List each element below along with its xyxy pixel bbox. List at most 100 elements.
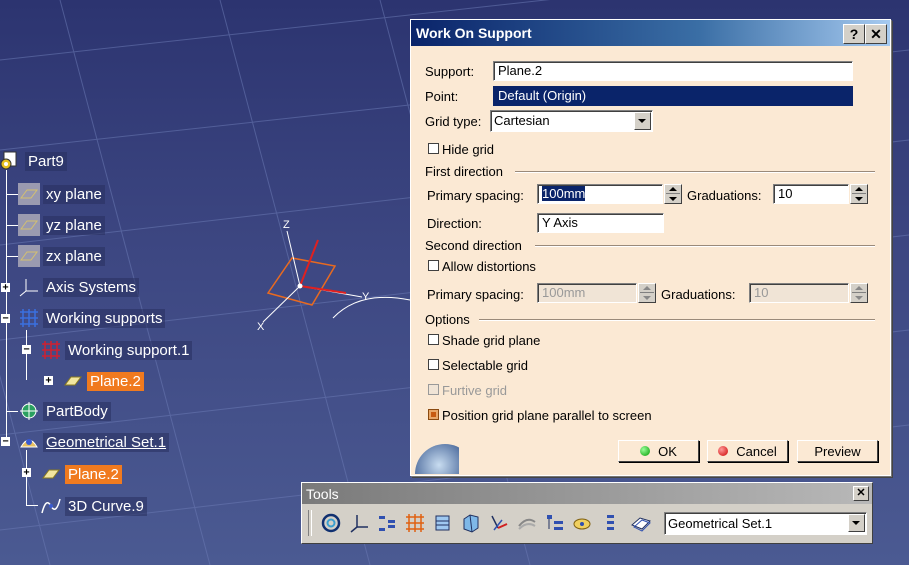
- work-on-support-icon[interactable]: [432, 512, 454, 534]
- section-divider: [535, 245, 875, 247]
- point-field[interactable]: Default (Origin): [493, 86, 853, 106]
- cancel-button[interactable]: Cancel: [707, 440, 788, 462]
- selectable-grid-checkbox[interactable]: [428, 359, 439, 370]
- preview-button[interactable]: Preview: [797, 440, 878, 462]
- tree-node-working-supports[interactable]: Working supports: [18, 306, 166, 330]
- tree-node-xy-plane[interactable]: xy plane: [18, 182, 105, 206]
- plane-system-icon[interactable]: [630, 512, 652, 534]
- graduations-label: Graduations:: [687, 188, 762, 203]
- graduations-label-2: Graduations:: [661, 287, 736, 302]
- graduations-spinner[interactable]: [850, 184, 868, 204]
- primary-spacing-label: Primary spacing:: [427, 188, 524, 203]
- snap-icon[interactable]: [488, 512, 510, 534]
- hide-icon[interactable]: [516, 512, 538, 534]
- furtive-grid-checkbox[interactable]: [428, 384, 439, 395]
- primary-spacing-spinner-2[interactable]: [638, 283, 656, 303]
- direction-label: Direction:: [427, 216, 482, 231]
- working-supports-icon: [18, 307, 40, 329]
- toolbar-close-button[interactable]: ✕: [853, 486, 869, 501]
- tree-node-label: Geometrical Set.1: [43, 432, 170, 452]
- tree-node-label: xy plane: [43, 184, 105, 204]
- hide-grid-checkbox[interactable]: [428, 143, 439, 154]
- tree-node-partbody[interactable]: PartBody: [18, 399, 111, 423]
- grid-type-select[interactable]: Cartesian: [490, 110, 653, 132]
- ok-icon: [640, 446, 651, 456]
- 3d-support-icon[interactable]: [460, 512, 482, 534]
- collapse-toggle[interactable]: −: [22, 345, 31, 355]
- cancel-label: Cancel: [736, 443, 777, 459]
- tools-toolbar: Tools ✕ Geometrical Set.1: [301, 482, 873, 544]
- working-support-icon: [40, 339, 62, 361]
- stack-icon[interactable]: [600, 512, 622, 534]
- expand-toggle[interactable]: +: [1, 283, 10, 293]
- tree-node-label: Working supports: [43, 308, 166, 328]
- tree-branch-line: [6, 256, 18, 257]
- shade-grid-plane-checkbox[interactable]: [428, 334, 439, 345]
- tree-node-zx-plane[interactable]: zx plane: [18, 244, 105, 268]
- point-label: Point:: [425, 89, 459, 104]
- plane-icon: [18, 183, 40, 205]
- axis-system-icon[interactable]: [348, 512, 370, 534]
- tree-node-label: Working support.1: [65, 340, 193, 360]
- toolbar-grip[interactable]: [308, 510, 312, 536]
- position-parallel-checkbox[interactable]: [428, 409, 439, 420]
- tree-node-geometrical-set-1[interactable]: Geometrical Set.1: [18, 430, 170, 454]
- geometrical-set-icon: [18, 431, 40, 453]
- tree-node-axis-systems[interactable]: Axis Systems: [18, 275, 140, 299]
- close-button[interactable]: ✕: [865, 24, 887, 44]
- collapse-toggle[interactable]: −: [1, 437, 10, 447]
- toolbar-title-bar[interactable]: Tools ✕: [302, 483, 872, 504]
- part-icon: [0, 150, 22, 172]
- tree-node-label: Plane.2: [65, 464, 122, 484]
- update-icon[interactable]: [320, 512, 342, 534]
- tree-node-label: Plane.2: [87, 371, 144, 391]
- spec-tree-icon[interactable]: [544, 512, 566, 534]
- preview-label: Preview: [814, 443, 861, 459]
- ok-button[interactable]: OK: [618, 440, 699, 462]
- chevron-down-icon[interactable]: [634, 112, 651, 130]
- direction-field[interactable]: Y Axis: [537, 213, 664, 233]
- shade-grid-plane-label: Shade grid plane: [442, 333, 541, 348]
- chevron-down-icon[interactable]: [848, 514, 865, 532]
- tree-branch-line: [6, 225, 18, 226]
- tree-node-label: yz plane: [43, 215, 105, 235]
- allow-distortions-checkbox[interactable]: [428, 260, 439, 271]
- dialog-title-bar[interactable]: Work On Support ? ✕: [411, 20, 890, 46]
- collapse-toggle[interactable]: −: [1, 314, 10, 324]
- graduations-input[interactable]: 10: [773, 184, 849, 204]
- tree-node-yz-plane[interactable]: yz plane: [18, 213, 105, 237]
- primary-spacing-input-2[interactable]: 100mm: [537, 283, 637, 303]
- tree-node-label: PartBody: [43, 401, 111, 421]
- primary-spacing-spinner[interactable]: [664, 184, 682, 204]
- grid-type-value: Cartesian: [494, 113, 550, 128]
- tree-node-3d-curve-9[interactable]: 3D Curve.9: [40, 494, 147, 518]
- grid-icon[interactable]: [404, 512, 426, 534]
- graduations-input-2[interactable]: 10: [749, 283, 849, 303]
- axis-label-y: Y: [362, 291, 370, 303]
- tree-branch-line: [6, 194, 18, 195]
- support-field[interactable]: Plane.2: [493, 61, 853, 81]
- tree-node-label: Axis Systems: [43, 277, 140, 297]
- tree-node-plane-2-support[interactable]: Plane.2: [62, 369, 144, 393]
- graduations-spinner-2[interactable]: [850, 283, 868, 303]
- help-button[interactable]: ?: [843, 24, 865, 44]
- axis-system-icon: [18, 276, 40, 298]
- tree-node-plane-2[interactable]: Plane.2: [40, 462, 122, 486]
- cancel-icon: [718, 446, 729, 456]
- primary-spacing-input[interactable]: 100mm: [537, 184, 663, 204]
- work-on-support-dialog: Work On Support ? ✕ Support: Plane.2 Poi…: [410, 19, 891, 476]
- tree-branch-line: [26, 505, 38, 506]
- tree-branch-line: [6, 411, 18, 412]
- options-title: Options: [425, 312, 470, 327]
- visibility-icon[interactable]: [572, 512, 594, 534]
- tree-branch-line: [6, 170, 7, 445]
- current-set-select[interactable]: Geometrical Set.1: [664, 512, 867, 535]
- selectable-grid-label: Selectable grid: [442, 358, 528, 373]
- tree-node-working-support-1[interactable]: Working support.1: [40, 338, 193, 362]
- furtive-grid-label: Furtive grid: [442, 383, 508, 398]
- grid-type-label: Grid type:: [425, 114, 482, 129]
- tree-node-part9[interactable]: Part9: [0, 149, 67, 173]
- tree-explode-icon[interactable]: [376, 512, 398, 534]
- expand-toggle[interactable]: +: [22, 468, 31, 478]
- expand-toggle[interactable]: +: [44, 376, 53, 386]
